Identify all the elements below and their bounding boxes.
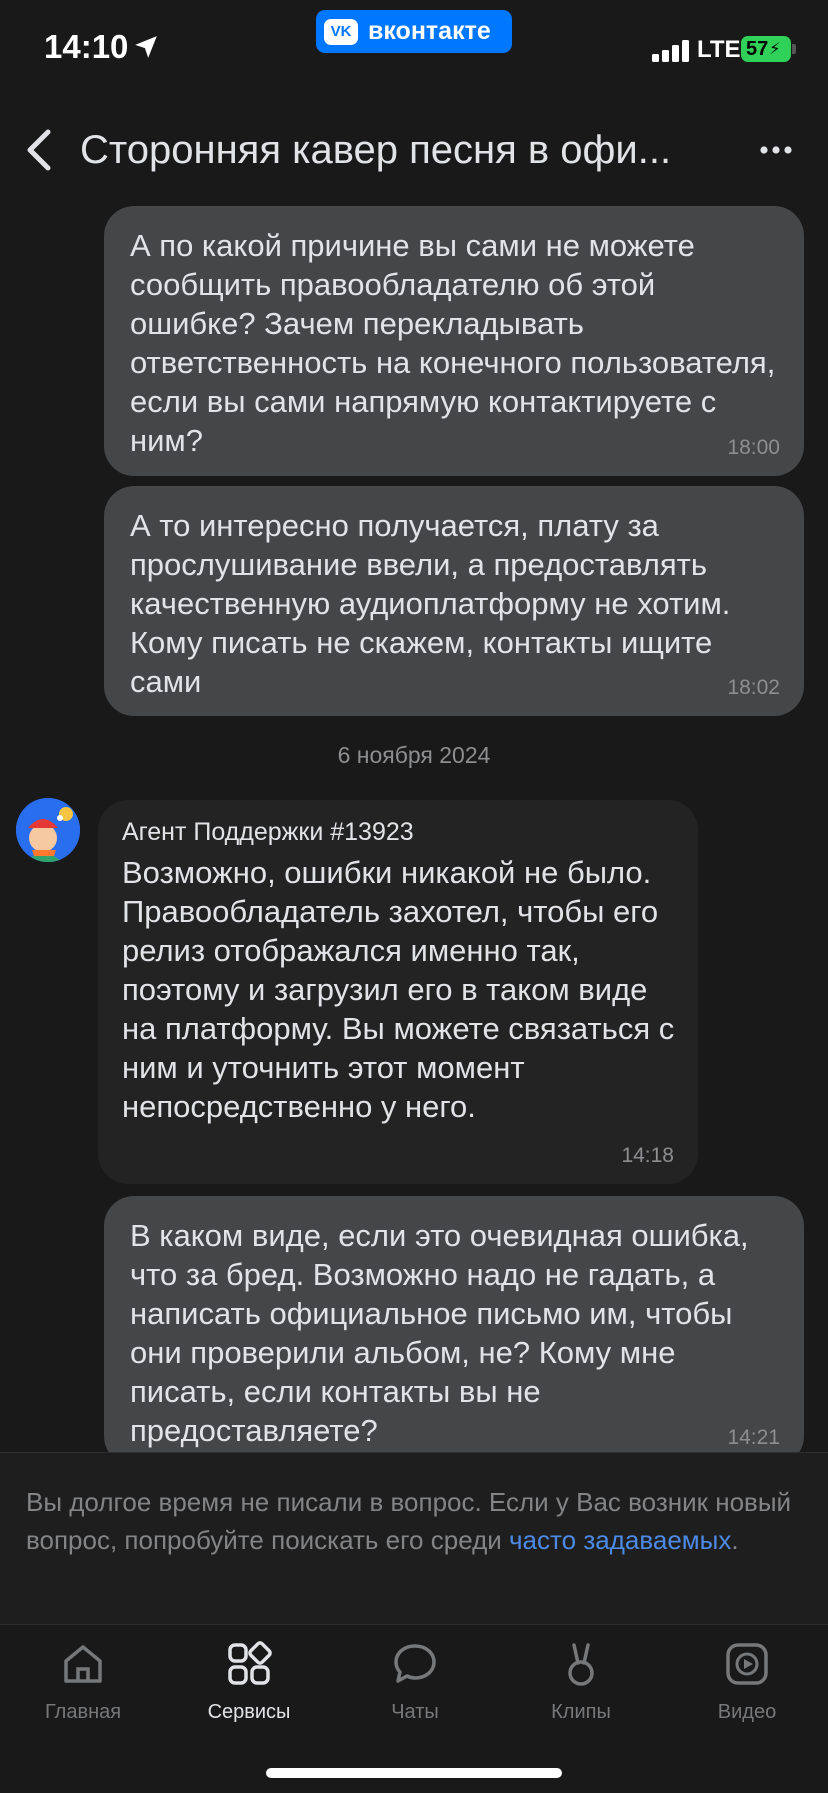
message-time: 18:02 — [727, 676, 780, 699]
agent-avatar[interactable] — [16, 798, 80, 862]
tab-home[interactable]: Главная — [8, 1639, 158, 1749]
more-options-icon[interactable] — [756, 130, 796, 170]
tab-video[interactable]: Видео — [672, 1639, 822, 1749]
tab-chats[interactable]: Чаты — [340, 1639, 490, 1749]
tab-clips[interactable]: Клипы — [506, 1639, 656, 1749]
tab-label: Клипы — [551, 1701, 611, 1723]
status-time: 14:10 — [44, 28, 129, 65]
message-bubble-outgoing[interactable]: А по какой причине вы сами не можете соо… — [104, 206, 804, 476]
network-type: LTE — [697, 36, 741, 63]
message-time: 18:00 — [727, 436, 780, 459]
date-separator: 6 ноября 2024 — [337, 742, 491, 768]
battery-icon: 57 ⚡ — [741, 36, 791, 62]
inactivity-notice: Вы долгое время не писали в вопрос. Если… — [0, 1452, 828, 1625]
chat-header: Сторонняя кавер песня в офи... — [0, 110, 828, 190]
back-button[interactable] — [16, 124, 64, 176]
message-bubble-incoming[interactable]: Агент Поддержки #13923 Возможно, ошибки … — [98, 800, 698, 1184]
message-text: А то интересно получается, плату за прос… — [130, 508, 731, 699]
charging-bolt-icon: ⚡ — [769, 41, 781, 58]
faq-link[interactable]: часто задаваемых — [509, 1525, 731, 1555]
message-text: Возможно, ошибки никакой не было. Правоо… — [122, 855, 675, 1124]
vk-app-badge[interactable]: VK вконтакте — [316, 10, 512, 53]
message-time: 14:21 — [727, 1426, 780, 1449]
tab-label: Видео — [717, 1701, 777, 1723]
vk-app-badge-label: вконтакте — [368, 17, 491, 45]
tab-label: Главная — [44, 1701, 122, 1723]
location-arrow-icon — [135, 36, 157, 58]
tab-label: Чаты — [391, 1701, 439, 1723]
tab-label: Сервисы — [207, 1701, 291, 1723]
battery-level: 57 — [746, 37, 769, 60]
chat-icon — [394, 1644, 436, 1683]
message-time: 14:18 — [621, 1144, 674, 1167]
message-author: Агент Поддержки #13923 — [122, 818, 414, 846]
tab-services[interactable]: Сервисы — [174, 1639, 324, 1749]
services-icon — [228, 1641, 272, 1685]
notice-suffix: . — [731, 1525, 739, 1555]
message-bubble-outgoing[interactable]: А то интересно получается, плату за прос… — [104, 486, 804, 716]
home-icon — [64, 1645, 102, 1683]
video-icon — [726, 1643, 768, 1685]
clips-icon — [568, 1643, 594, 1686]
page-title: Сторонняя кавер песня в офи... — [80, 128, 672, 172]
message-bubble-outgoing[interactable]: В каком виде, если это очевидная ошибка,… — [104, 1196, 804, 1466]
home-indicator[interactable] — [266, 1768, 562, 1778]
vk-logo-icon: VK — [324, 18, 358, 45]
battery-tip — [792, 44, 796, 54]
message-text: А по какой причине вы сами не можете соо… — [130, 228, 776, 458]
signal-strength-icon — [652, 40, 689, 62]
message-text: В каком виде, если это очевидная ошибка,… — [130, 1218, 749, 1448]
notice-text: Вы долгое время не писали в вопрос. Если… — [26, 1483, 806, 1559]
status-bar: 14:10 VK вконтакте LTE 57 ⚡ — [0, 0, 828, 96]
